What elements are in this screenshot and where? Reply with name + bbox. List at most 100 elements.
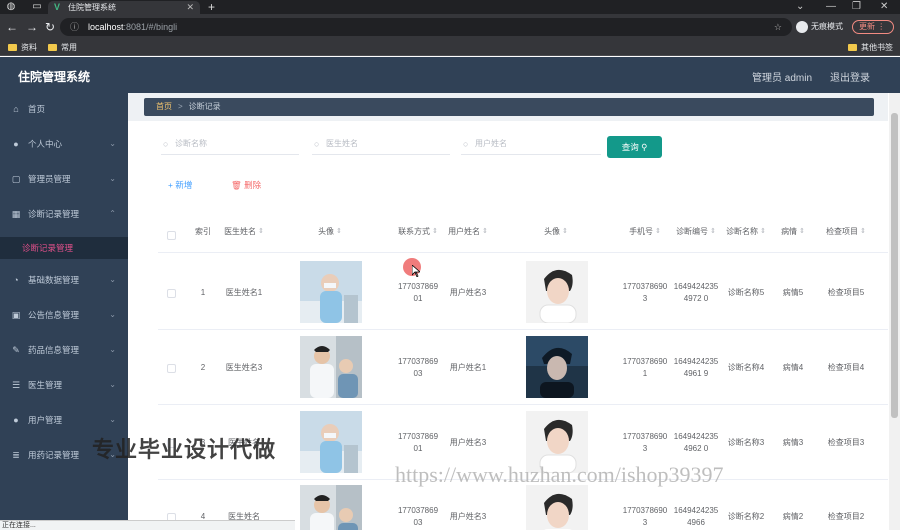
sort-icon[interactable]: ⇕	[860, 226, 866, 237]
diagnosis-placeholder: 诊断名称	[175, 139, 207, 148]
add-button[interactable]: + 新增	[168, 179, 192, 191]
sidebar-item-label: 个人中心	[28, 139, 63, 149]
sidebar-item-profile[interactable]: ● 个人中心 ⌄	[0, 134, 128, 154]
sort-icon[interactable]: ⇕	[760, 226, 766, 237]
incognito-indicator[interactable]: 无痕模式	[796, 18, 843, 36]
breadcrumb-separator: >	[178, 102, 183, 111]
sort-icon[interactable]: ⇕	[336, 226, 342, 237]
header-diag-name[interactable]: 诊断名称 ⇕	[724, 211, 768, 251]
sort-icon[interactable]: ⇕	[432, 226, 438, 237]
row-divider	[158, 329, 888, 330]
header-phone[interactable]: 手机号 ⇕	[622, 211, 668, 251]
search-icon: ⚲	[641, 142, 648, 152]
logout-link[interactable]: 退出登录	[830, 69, 870, 84]
cell-contact: 17703786903	[397, 357, 439, 378]
chevron-down-icon: ⌄	[109, 345, 116, 354]
watermark-cn: 专业毕业设计代做	[92, 437, 277, 462]
page-scrollbar[interactable]	[889, 93, 900, 530]
update-button[interactable]: 更新 ⋮	[852, 20, 894, 34]
header-contact[interactable]: 联系方式 ⇕	[396, 211, 440, 251]
header-doctor-name[interactable]: 医生姓名 ⇕	[222, 211, 266, 251]
header-diag-no[interactable]: 诊断编号 ⇕	[673, 211, 719, 251]
forward-icon[interactable]: →	[26, 20, 38, 34]
vue-favicon-icon: V	[54, 2, 61, 12]
sidebar-item-drugs[interactable]: ✎ 药品信息管理 ⌄	[0, 340, 128, 360]
doctor-avatar-image[interactable]	[300, 485, 362, 530]
sidebar-subitem-diagnosis-records[interactable]: 诊断记录管理	[0, 237, 128, 259]
sidebar-item-label: 首页	[28, 104, 46, 114]
breadcrumb-home[interactable]: 首页	[156, 102, 172, 111]
sidebar-item-doctors[interactable]: ☰ 医生管理 ⌄	[0, 375, 128, 395]
user-avatar-image[interactable]	[526, 261, 588, 323]
close-window-icon[interactable]: ✕	[880, 0, 888, 14]
sort-icon[interactable]: ⇕	[258, 226, 264, 237]
user-avatar-image[interactable]	[526, 485, 588, 530]
user-placeholder: 用户姓名	[475, 139, 507, 148]
doctor-avatar-image[interactable]	[300, 336, 362, 398]
doctor-name-search-input[interactable]: ○ 医生姓名	[312, 133, 450, 155]
diagnosis-name-search-input[interactable]: ○ 诊断名称	[161, 133, 299, 155]
gauge-icon: ◔	[13, 275, 19, 285]
cell-diag-name: 诊断名称4	[727, 363, 765, 372]
bookmark-folder-0[interactable]: 资料	[8, 42, 37, 54]
header-index: 索引	[188, 211, 218, 251]
watermark-url: https://www.huzhan.com/ishop39397	[395, 462, 724, 487]
sort-icon[interactable]: ⇕	[482, 226, 488, 237]
sort-icon[interactable]: ⇕	[562, 226, 568, 237]
notice-icon: ▣	[11, 310, 21, 320]
site-info-icon[interactable]: ⓘ	[70, 18, 79, 36]
url-input[interactable]: ⓘ localhost:8081/#/bingli ☆	[60, 18, 792, 36]
sidebar-item-label: 用户管理	[28, 415, 63, 425]
reload-icon[interactable]: ↻	[45, 20, 55, 34]
sidebar-item-diagnosis[interactable]: ▦ 诊断记录管理 ⌃	[0, 204, 128, 224]
sort-icon[interactable]: ⇕	[799, 226, 805, 237]
cell-diag-no: 16494242354966	[673, 506, 719, 527]
doctor-avatar-image[interactable]	[300, 261, 362, 323]
sort-icon[interactable]: ⇕	[710, 226, 716, 237]
user-name-search-input[interactable]: ○ 用户姓名	[461, 133, 601, 155]
browser-tab[interactable]: V 住院管理系统 ✕	[48, 1, 200, 14]
header-user-avatar[interactable]: 头像 ⇕	[524, 211, 588, 251]
app-title: 住院管理系统	[18, 70, 91, 84]
doctor-placeholder: 医生姓名	[326, 139, 358, 148]
user-avatar-image[interactable]	[526, 336, 588, 398]
header-condition[interactable]: 病情 ⇕	[776, 211, 810, 251]
sidebar-item-label: 用药记录管理	[28, 450, 80, 460]
select-all-checkbox[interactable]	[167, 231, 176, 240]
maximize-icon[interactable]: ❐	[852, 0, 861, 14]
sidebar-subitem-label: 诊断记录管理	[22, 243, 74, 253]
new-tab-icon[interactable]: +	[208, 0, 215, 14]
sidebar-item-label: 公告信息管理	[28, 310, 80, 320]
other-bookmarks[interactable]: 其他书签	[848, 42, 893, 54]
row-checkbox[interactable]	[167, 289, 176, 298]
tab-title: 住院管理系统	[68, 3, 116, 12]
close-tab-icon[interactable]: ✕	[186, 1, 194, 14]
address-bar-row: ← → ↻ ⓘ localhost:8081/#/bingli ☆ 无痕模式 更…	[0, 14, 900, 40]
sidebar-item-notices[interactable]: ▣ 公告信息管理 ⌄	[0, 305, 128, 325]
sidebar-item-basedata[interactable]: ◔ 基础数据管理 ⌄	[0, 270, 128, 290]
header-doctor-avatar[interactable]: 头像 ⇕	[298, 211, 362, 251]
bookmark-folder-1[interactable]: 常用	[48, 42, 77, 54]
sidebar-item-users[interactable]: ● 用户管理 ⌄	[0, 410, 128, 430]
header-user-name[interactable]: 用户姓名 ⇕	[448, 211, 488, 251]
header-exam[interactable]: 检查项目 ⇕	[824, 211, 868, 251]
cell-diag-no: 16494242354972 0	[673, 282, 719, 303]
back-icon[interactable]: ←	[6, 20, 18, 34]
tab-list-icon[interactable]: ▭	[30, 0, 44, 14]
browser-tab-bar: ◍ ▭ V 住院管理系统 ✕ + ⌄ — ❐ ✕	[0, 0, 900, 14]
cell-index: 1	[200, 288, 206, 297]
list-icon: ≣	[12, 450, 20, 460]
bookmark-star-icon[interactable]: ☆	[774, 18, 782, 36]
delete-button[interactable]: 🗑 删除	[231, 179, 261, 191]
minimize-icon[interactable]: —	[826, 0, 836, 14]
browser-menu-icon[interactable]: ◍	[4, 0, 18, 14]
query-button[interactable]: 查询 ⚲	[607, 136, 662, 158]
row-checkbox[interactable]	[167, 364, 176, 373]
doctor-avatar-image[interactable]	[300, 411, 362, 473]
sort-icon[interactable]: ⇕	[655, 226, 661, 237]
sidebar-item-home[interactable]: ⌂ 首页	[0, 99, 128, 119]
tab-search-icon[interactable]: ⌄	[796, 0, 804, 14]
scrollbar-thumb[interactable]	[891, 113, 898, 418]
header-label: 诊断编号	[676, 226, 709, 236]
sidebar-item-admins[interactable]: ▢ 管理员管理 ⌄	[0, 169, 128, 189]
